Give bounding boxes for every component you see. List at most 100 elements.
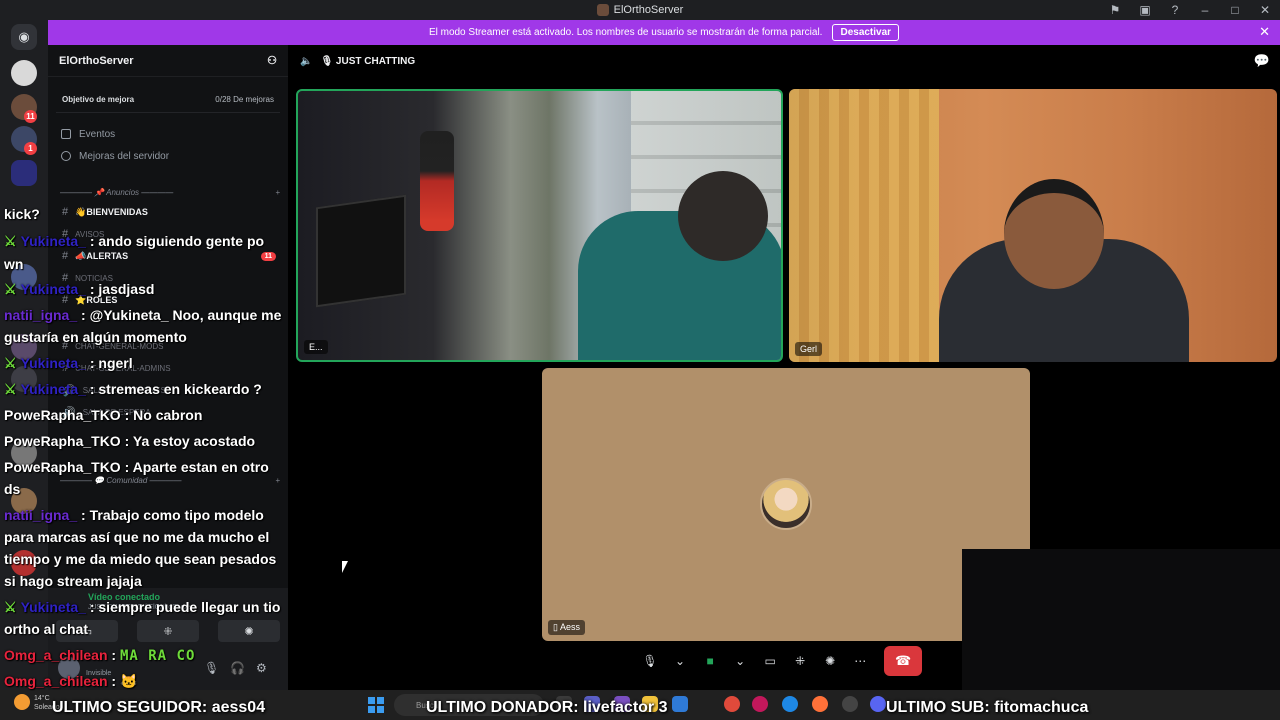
disconnect-button[interactable]: ☎ <box>884 646 923 676</box>
category-community[interactable]: ———— 💬 Comunidad ———— + <box>56 471 280 489</box>
deactivate-button[interactable]: Desactivar <box>832 24 900 41</box>
channel-item[interactable]: # ⭐ROLES <box>56 289 280 311</box>
boost-icon <box>61 151 71 161</box>
server-icon[interactable] <box>11 440 37 466</box>
hash-icon: # <box>62 206 69 218</box>
category-label: ———— 💬 Comunidad ———— <box>60 475 182 485</box>
server-icon[interactable] <box>11 550 37 576</box>
soundboard-icon[interactable]: ✺ <box>818 647 842 675</box>
monitor-icon[interactable]: ▣ <box>1130 3 1160 17</box>
close-window-button[interactable]: ✕ <box>1250 3 1280 17</box>
taskbar-search[interactable]: Buscar <box>394 694 544 716</box>
store-icon[interactable] <box>672 696 688 712</box>
folder-icon[interactable] <box>642 696 658 712</box>
discord-window: ElOrthoServer ⚑ ▣ ? – □ ✕ El modo Stream… <box>0 0 1280 720</box>
discord-icon[interactable] <box>870 696 886 712</box>
weather-icon[interactable] <box>14 694 30 710</box>
channel-name: ⭐ROLES <box>75 294 118 305</box>
server-icon[interactable] <box>11 264 37 290</box>
server-icon[interactable] <box>11 366 37 392</box>
windows-start-icon[interactable] <box>368 697 384 713</box>
chat-bubble-icon[interactable]: 💬 <box>1254 53 1270 69</box>
video-tile[interactable]: E... <box>296 89 783 362</box>
server-icon[interactable] <box>11 334 37 360</box>
server-icon[interactable] <box>11 488 37 514</box>
screen-share-icon[interactable]: ▭ <box>758 647 782 675</box>
avatar <box>760 478 812 530</box>
help-icon[interactable]: ? <box>1160 3 1190 17</box>
firefox-icon[interactable] <box>812 696 828 712</box>
weather-widget[interactable]: 14°C Soleado <box>34 694 60 712</box>
hash-icon: # <box>62 340 69 352</box>
stage-channel-name: 🎙 JUST CHATTING <box>320 55 416 67</box>
speaker-icon: 🔈 <box>300 55 313 67</box>
chrome-icon[interactable] <box>724 696 740 712</box>
channel-item[interactable]: 🔊 SALA DE ESPERA <box>56 401 280 423</box>
avatar[interactable] <box>58 657 80 679</box>
activities-icon[interactable]: ⁜ <box>788 647 812 675</box>
video-scene <box>1004 179 1104 289</box>
add-member-icon[interactable]: ⚇ <box>267 54 277 67</box>
voice-channel-label[interactable]: JUST CHATTING / ElOrthoServer <box>88 604 193 611</box>
channel-item[interactable]: # CHAT-GENERAL-ADMINS <box>56 357 280 379</box>
banner-close-icon[interactable]: ✕ <box>1259 24 1270 40</box>
channel-name: NOTICIAS <box>75 273 113 283</box>
inbox-flag-icon[interactable]: ⚑ <box>1100 3 1130 17</box>
camera-icon[interactable]: ■ <box>698 647 722 675</box>
video-tile[interactable]: Gerl <box>789 89 1277 362</box>
obs-icon[interactable] <box>842 696 858 712</box>
minimize-button[interactable]: – <box>1190 3 1220 17</box>
channel-name: AVISOS <box>75 229 105 239</box>
screen-share-button[interactable]: ▭ <box>56 620 118 642</box>
audio-tile[interactable]: ▯ Aess <box>542 368 1030 641</box>
title-bar: ElOrthoServer ⚑ ▣ ? – □ ✕ <box>0 0 1280 20</box>
app-icon[interactable] <box>614 696 630 712</box>
server-header[interactable]: ElOrthoServer ⚇ <box>48 45 288 77</box>
channel-item[interactable]: # AVISOS <box>56 223 280 245</box>
channel-item[interactable]: 🔊 SALA DE REUNIONES <box>56 379 280 401</box>
participant-name: E... <box>304 340 328 354</box>
video-scene <box>316 194 406 308</box>
category-announcements[interactable]: ———— 📌 Anuncios ———— + <box>56 183 280 201</box>
unread-badge: 11 <box>24 110 37 123</box>
server-rail: ◉ 11 1 <box>0 20 48 690</box>
edge-icon[interactable] <box>782 696 798 712</box>
chevron-down-icon[interactable]: ⌄ <box>668 647 692 675</box>
banner-text: El modo Streamer está activado. Los nomb… <box>428 27 823 38</box>
mic-icon[interactable]: 🎙 <box>204 661 219 675</box>
video-scene <box>420 131 454 231</box>
nav-label: Mejoras del servidor <box>79 150 170 162</box>
gear-icon[interactable]: ⚙ <box>256 661 267 675</box>
boost-count: 0/28 De mejoras <box>215 95 274 104</box>
activities-button[interactable]: ⁜ <box>137 620 199 642</box>
channel-item[interactable]: # 📣ALERTAS 11 <box>56 245 280 267</box>
more-icon[interactable]: ⋯ <box>848 647 872 675</box>
overlay-box <box>962 549 1280 690</box>
mic-icon[interactable]: 🎙 <box>638 647 662 675</box>
nav-events[interactable]: Eventos <box>56 123 280 145</box>
hash-icon: # <box>62 272 69 284</box>
discord-icon[interactable]: ◉ <box>11 24 37 50</box>
boost-goal[interactable]: Objetivo de mejora 0/28 De mejoras <box>56 87 280 113</box>
channel-name: 👋BIENVENIDAS <box>75 206 148 217</box>
folder-icon[interactable] <box>11 160 37 186</box>
stage-header: 🔈 🎙 JUST CHATTING 💬 <box>288 45 1280 77</box>
channel-item[interactable]: # CHAT-GENERAL-MODS <box>56 335 280 357</box>
taskbar: 14°C Soleado Buscar <box>0 690 1280 720</box>
add-channel-icon[interactable]: + <box>275 188 280 197</box>
task-view-icon[interactable] <box>556 696 572 712</box>
channel-item[interactable]: # NOTICIAS <box>56 267 280 289</box>
add-channel-icon[interactable]: + <box>275 476 280 485</box>
chevron-down-icon[interactable]: ⌄ <box>728 647 752 675</box>
soundboard-button[interactable]: ✺ <box>218 620 280 642</box>
server-icon[interactable] <box>11 60 37 86</box>
channel-item[interactable]: # 👋BIENVENIDAS <box>56 201 280 223</box>
teams-icon[interactable] <box>584 696 600 712</box>
voice-connected-panel: Vídeo conectado JUST CHATTING / ElOrthoS… <box>48 588 288 648</box>
weather-temp: 14°C <box>34 695 50 702</box>
voice-status: Vídeo conectado <box>88 592 161 602</box>
app-icon[interactable] <box>752 696 768 712</box>
maximize-button[interactable]: □ <box>1220 3 1250 17</box>
nav-server-boosts[interactable]: Mejoras del servidor <box>56 145 280 167</box>
headphones-icon[interactable]: 🎧 <box>230 661 245 675</box>
